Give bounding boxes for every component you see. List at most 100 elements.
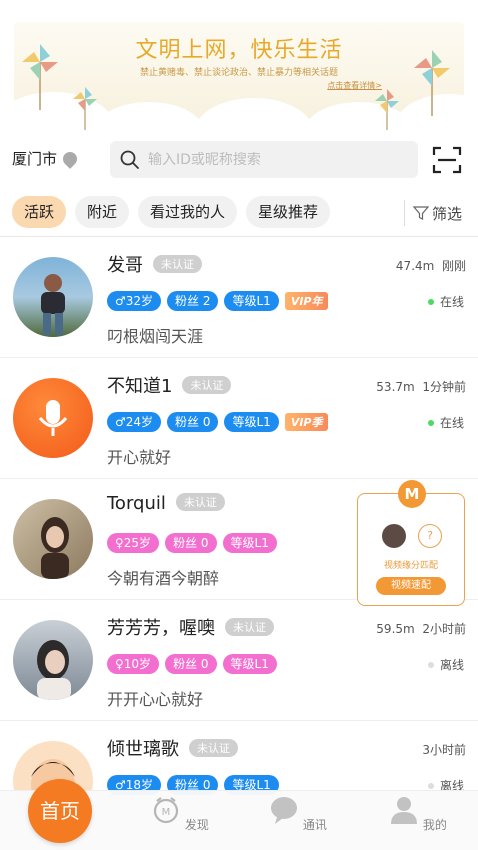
chat-bubble-icon	[271, 797, 298, 824]
cloud-decoration	[194, 98, 314, 130]
banner-details-link[interactable]: 点击查看详情>	[327, 80, 382, 91]
pinwheel-icon	[73, 87, 97, 130]
video-match-card[interactable]: M ? 视频缘分匹配 视频速配	[357, 480, 465, 606]
fans-badge: 粉丝 0	[167, 412, 219, 432]
user-name-text: 倾世璃歌	[107, 739, 179, 760]
list-item[interactable]: 发哥 未认证 47.4m 刚刚 ♂32岁 粉丝 2 等级L1 VIP年 在线 叼根…	[0, 237, 478, 358]
last-active: 3小时前	[422, 743, 466, 757]
filter-label: 筛选	[432, 204, 463, 223]
city-label: 厦门市	[12, 150, 58, 168]
status-dot	[427, 661, 434, 668]
list-item[interactable]: 不知道1 未认证 53.7m 1分钟前 ♂24岁 粉丝 0 等级L1 VIP季 在…	[0, 358, 478, 479]
search-box[interactable]	[110, 141, 418, 178]
status-text: 在线	[439, 416, 464, 430]
online-status: 在线	[427, 414, 464, 431]
user-name-text: Torquil	[107, 493, 166, 514]
cloud-decoration	[94, 102, 204, 130]
location-pin-icon	[60, 148, 80, 169]
user-bio: 开心就好	[107, 448, 172, 467]
distance-time: 3小时前	[422, 741, 466, 758]
verify-badge: 未认证	[189, 739, 238, 757]
banner-subtitle: 禁止黄赌毒、禁止谈论政治、禁止暴力等相关话题	[139, 68, 338, 78]
vip-badge: VIP季	[284, 413, 329, 431]
distance-time: 59.5m 2小时前	[376, 620, 466, 637]
online-status: 离线	[427, 656, 464, 673]
search-icon	[120, 150, 139, 169]
list-item[interactable]: 芳芳芳，喔噢 未认证 59.5m 2小时前 ♀10岁 粉丝 0 等级L1 离线 开…	[0, 600, 478, 721]
online-status: 在线	[427, 293, 464, 310]
discover-icon: M	[153, 797, 179, 824]
verify-badge: 未认证	[182, 376, 232, 394]
filter-tabs: 活跃 附近 看过我的人 星级推荐	[12, 196, 331, 228]
gender-age-badge: ♂32岁	[107, 291, 162, 311]
status-dot	[427, 298, 434, 305]
tab-nearby[interactable]: 附近	[75, 196, 130, 228]
gender-age-badge: ♂24岁	[107, 412, 162, 432]
verify-badge: 未认证	[175, 493, 225, 511]
user-bio: 叼根烟闯天涯	[107, 327, 204, 346]
notice-banner[interactable]: 文明上网，快乐生活 禁止黄赌毒、禁止谈论政治、禁止暴力等相关话题 点击查看详情>	[14, 22, 464, 130]
distance: 53.7m	[376, 380, 415, 394]
level-badge: 等级L1	[224, 291, 279, 311]
distance: 47.4m	[395, 259, 435, 273]
nav-discover[interactable]: M 发现	[150, 795, 210, 833]
tab-star-recommend[interactable]: 星级推荐	[246, 196, 331, 228]
user-bio: 今朝有酒今朝醉	[107, 569, 220, 588]
user-name: 芳芳芳，喔噢 未认证	[107, 614, 274, 640]
user-name: 倾世璃歌 未认证	[107, 735, 238, 761]
vip-badge: VIP年	[284, 292, 329, 310]
user-bio: 开开心心就好	[107, 690, 204, 709]
nav-mine-label: 我的	[422, 818, 447, 832]
nav-messages[interactable]: 通讯	[268, 795, 328, 833]
avatar[interactable]	[13, 499, 93, 579]
distance-time: 47.4m 刚刚	[396, 257, 466, 274]
avatar[interactable]	[13, 257, 93, 337]
last-active: 1分钟前	[422, 380, 466, 394]
filter-button[interactable]: 筛选	[404, 200, 462, 226]
last-active: 2小时前	[422, 622, 466, 636]
video-match-button[interactable]: 视频速配	[376, 577, 446, 595]
fans-badge: 粉丝 0	[165, 654, 217, 674]
match-logo-icon: M	[398, 480, 426, 508]
level-badge: 等级L1	[224, 412, 279, 432]
app-screen: 文明上网，快乐生活 禁止黄赌毒、禁止谈论政治、禁止暴力等相关话题 点击查看详情>…	[0, 0, 478, 850]
tab-active[interactable]: 活跃	[12, 196, 67, 228]
bottom-nav: 首页 M 发现 通讯 我的	[0, 779, 478, 850]
location-selector[interactable]: 厦门市	[12, 148, 80, 169]
user-name-text: 发哥	[107, 255, 143, 276]
user-photo	[41, 517, 69, 579]
match-unknown-avatar: ?	[418, 524, 442, 548]
user-name-text: 不知道1	[107, 376, 173, 397]
gender-age-badge: ♀10岁	[107, 654, 160, 674]
scan-icon[interactable]	[432, 146, 462, 174]
status-dot	[427, 782, 434, 789]
user-name-text: 芳芳芳，喔噢	[107, 618, 215, 639]
nav-home-button[interactable]: 首页	[28, 779, 92, 843]
pinwheel-icon	[375, 89, 399, 130]
distance: 59.5m	[376, 622, 415, 636]
distance-time: 53.7m 1分钟前	[376, 378, 466, 395]
tab-visitors[interactable]: 看过我的人	[138, 196, 238, 228]
status-text: 在线	[439, 295, 464, 309]
banner-title: 文明上网，快乐生活	[135, 38, 343, 63]
fans-badge: 粉丝 2	[167, 291, 219, 311]
status-text: 离线	[439, 658, 464, 672]
user-name: Torquil 未认证	[107, 493, 225, 514]
last-active: 刚刚	[441, 259, 466, 273]
user-name: 发哥 未认证	[107, 251, 202, 277]
verify-badge: 未认证	[225, 618, 274, 636]
user-tags: ♀25岁 粉丝 0 等级L1	[107, 533, 277, 553]
verify-badge: 未认证	[153, 255, 202, 273]
avatar[interactable]	[13, 620, 93, 700]
user-photo	[41, 274, 65, 335]
avatar[interactable]	[13, 378, 93, 458]
microphone-icon	[38, 400, 68, 436]
search-input[interactable]	[148, 151, 418, 168]
funnel-icon	[413, 206, 429, 220]
user-icon	[391, 797, 418, 824]
fans-badge: 粉丝 0	[165, 533, 217, 553]
user-tags: ♀10岁 粉丝 0 等级L1	[107, 654, 277, 674]
nav-messages-label: 通讯	[302, 818, 327, 832]
nav-mine[interactable]: 我的	[388, 795, 448, 833]
match-avatar	[382, 524, 406, 548]
